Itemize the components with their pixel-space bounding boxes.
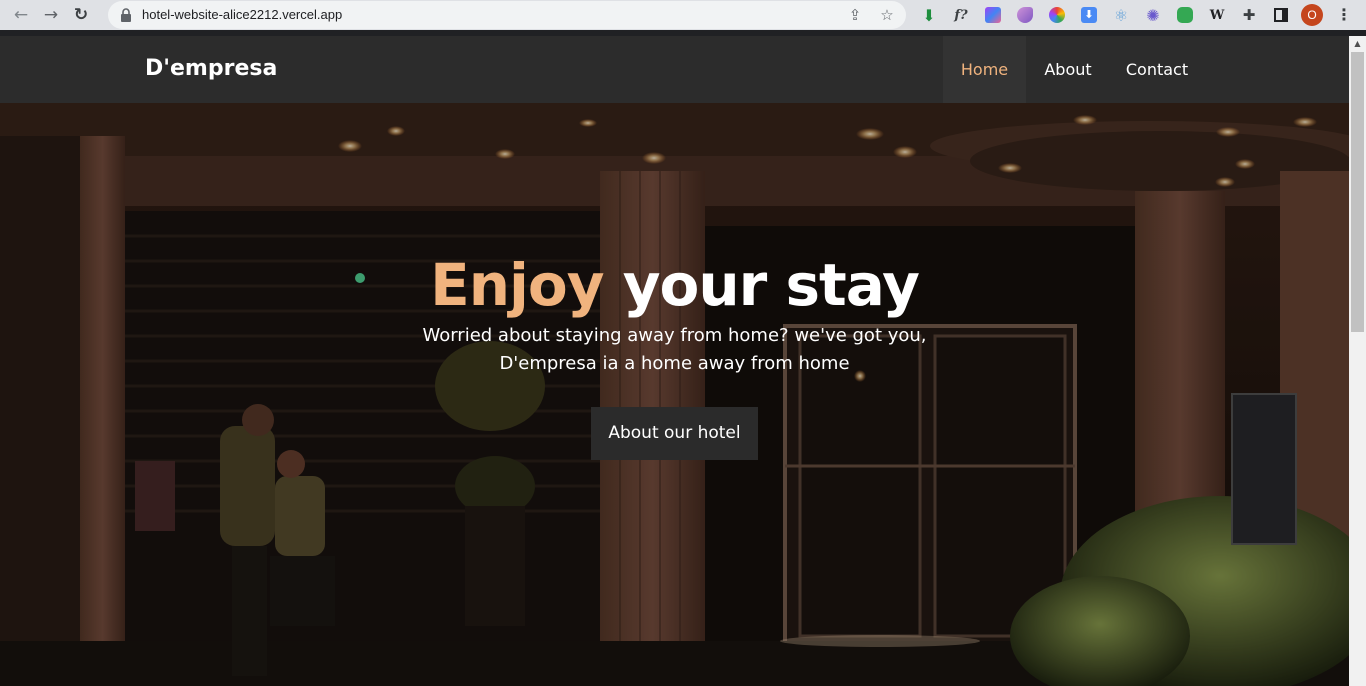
font-extension-icon[interactable]: f? <box>950 6 972 24</box>
kebab-menu-icon[interactable]: ⋮ <box>1336 5 1352 25</box>
back-icon[interactable]: ← <box>6 0 36 30</box>
bookmark-star-icon[interactable]: ☆ <box>878 6 896 24</box>
scroll-thumb[interactable] <box>1351 52 1364 332</box>
gradient-extension-icon[interactable] <box>1014 6 1036 24</box>
lock-icon <box>121 8 131 22</box>
colorful-square-extension-icon[interactable] <box>982 6 1004 24</box>
wikipedia-extension-icon[interactable]: W <box>1206 6 1228 24</box>
hero-subtitle-line-2: D'empresa ia a home away from home <box>499 353 850 374</box>
side-panel-icon[interactable] <box>1270 6 1292 24</box>
hero-section: Enjoy your stay Worried about staying aw… <box>0 36 1349 686</box>
page-viewport: D'empresa Home About Contact Enjoy your … <box>0 36 1349 686</box>
profile-avatar[interactable]: O <box>1301 4 1323 26</box>
forward-icon[interactable]: → <box>36 0 66 30</box>
robot-extension-icon[interactable] <box>1174 6 1196 24</box>
react-extension-icon[interactable]: ⚛ <box>1110 6 1132 25</box>
headline-accent: Enjoy <box>430 251 604 319</box>
browser-toolbar: ← → ↻ hotel-website-alice2212.vercel.app… <box>0 0 1366 30</box>
page-scrollbar[interactable]: ▲ <box>1349 36 1366 686</box>
puzzle-piece-icon[interactable]: ✚ <box>1238 6 1260 24</box>
url-text[interactable]: hotel-website-alice2212.vercel.app <box>142 7 342 22</box>
hero-headline: Enjoy your stay <box>0 251 1349 319</box>
gear-extension-icon[interactable]: ✺ <box>1142 6 1164 25</box>
download-extension-icon[interactable]: ⬇ <box>918 6 940 25</box>
hero-subtitle-line-1: Worried about staying away from home? we… <box>422 325 927 346</box>
color-wheel-extension-icon[interactable] <box>1046 6 1068 24</box>
download-arrow-extension-icon[interactable]: ⬇ <box>1078 6 1100 24</box>
reload-icon[interactable]: ↻ <box>66 0 96 30</box>
headline-rest: your stay <box>603 251 920 319</box>
share-icon[interactable]: ⇪ <box>846 6 864 24</box>
address-bar[interactable]: hotel-website-alice2212.vercel.app ⇪ ☆ <box>108 1 906 29</box>
about-hotel-button[interactable]: About our hotel <box>591 407 758 460</box>
scroll-up-arrow-icon[interactable]: ▲ <box>1349 36 1366 52</box>
extensions-bar: ⬇ f? ⬇ ⚛ ✺ W ✚ <box>918 0 1302 30</box>
